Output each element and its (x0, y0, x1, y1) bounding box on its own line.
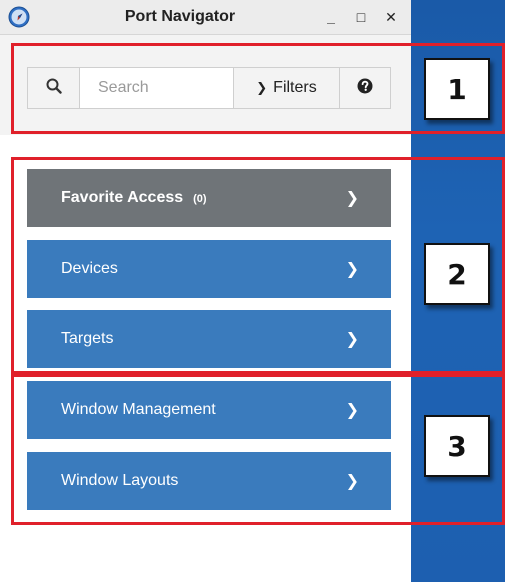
callout-number-3: 3 (424, 415, 490, 477)
callout-number-1: 1 (424, 58, 490, 120)
minimize-button[interactable]: _ (322, 8, 340, 26)
callout-number-2: 2 (424, 243, 490, 305)
title-bar: Port Navigator _ □ ✕ (0, 0, 411, 35)
maximize-button[interactable]: □ (352, 8, 370, 26)
close-button[interactable]: ✕ (382, 8, 400, 26)
window-title: Port Navigator (124, 8, 236, 25)
